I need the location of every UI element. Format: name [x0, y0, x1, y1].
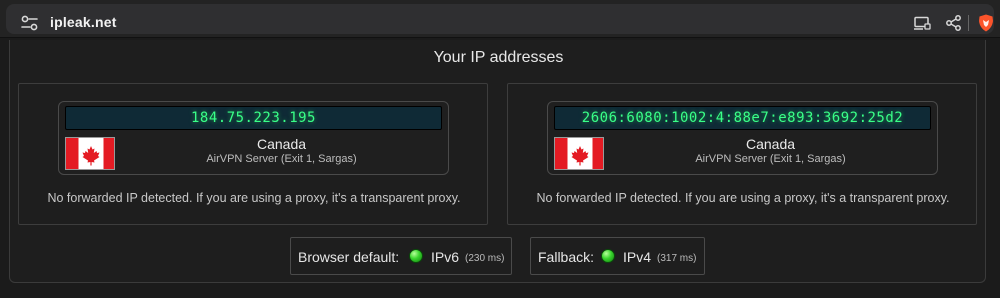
country-name: Canada: [745, 136, 796, 152]
toolbar-divider: [968, 15, 969, 31]
browser-toolbar: ipleak.net: [0, 0, 1000, 38]
protocol-value: IPv6: [431, 249, 460, 265]
forwarded-ip-note: No forwarded IP detected. If you are usi…: [47, 191, 461, 205]
status-ok-icon: [409, 249, 423, 263]
country-name: Canada: [256, 136, 307, 152]
site-settings-icon[interactable]: [20, 14, 40, 32]
status-ok-icon: [601, 249, 615, 263]
server-name: AirVPN Server (Exit 1, Sargas): [206, 153, 357, 165]
ip-address-display[interactable]: 184.75.223.195: [65, 106, 442, 130]
canada-flag-icon: [554, 137, 604, 170]
ip-address-box-ipv4: 184.75.223.195 Canada AirVPN Server (Exi…: [18, 83, 488, 225]
page-title: Your IP addresses: [433, 49, 564, 66]
response-time: (317 ms): [657, 253, 697, 264]
ip-card: 2606:6080:1002:4:88e7:e893:3692:25d2 Can…: [547, 101, 938, 175]
forwarded-ip-note: No forwarded IP detected. If you are usi…: [536, 191, 950, 205]
url-text[interactable]: ipleak.net: [50, 14, 117, 30]
fallback-label: Fallback:: [538, 249, 595, 265]
brave-shields-icon[interactable]: [976, 13, 996, 33]
browser-default-label: Browser default:: [298, 249, 400, 265]
ip-address-display[interactable]: 2606:6080:1002:4:88e7:e893:3692:25d2: [554, 106, 931, 130]
share-icon[interactable]: [944, 13, 964, 33]
ip-address-box-ipv6: 2606:6080:1002:4:88e7:e893:3692:25d2 Can…: [507, 83, 977, 225]
ip-card: 184.75.223.195 Canada AirVPN Server (Exi…: [58, 101, 449, 175]
ip-addresses-panel: Your IP addresses 184.75.223.195 Canada …: [9, 40, 986, 283]
address-bar[interactable]: ipleak.net: [6, 4, 994, 34]
browser-default-protocol: Browser default: IPv6 (230 ms): [290, 237, 512, 275]
cast-to-device-icon[interactable]: [912, 13, 932, 33]
canada-flag-icon: [65, 137, 115, 170]
server-name: AirVPN Server (Exit 1, Sargas): [695, 153, 846, 165]
response-time: (230 ms): [465, 253, 505, 264]
fallback-protocol: Fallback: IPv4 (317 ms): [530, 237, 705, 275]
protocol-value: IPv4: [623, 249, 652, 265]
